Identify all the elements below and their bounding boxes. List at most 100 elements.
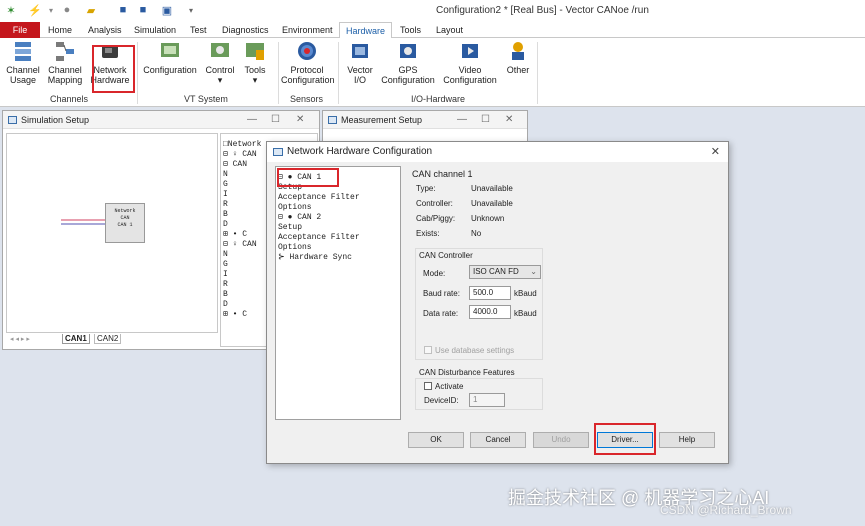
configuration-icon bbox=[159, 40, 181, 62]
simulation-setup-title-bar: Simulation Setup — ☐ ✕ bbox=[3, 111, 319, 129]
close-icon[interactable]: ✕ bbox=[505, 111, 513, 129]
video-icon bbox=[459, 40, 481, 62]
gps-configuration-button[interactable]: GPS Configuration bbox=[380, 40, 436, 85]
close-icon[interactable]: ✕ bbox=[296, 111, 304, 129]
tab-scroll-icon[interactable]: ◂ ◂ ▸ ▸ bbox=[10, 335, 30, 343]
record-icon[interactable]: ● bbox=[60, 3, 74, 17]
mode-select[interactable]: ISO CAN FD ⌄ bbox=[469, 265, 541, 279]
minimize-icon[interactable]: — bbox=[247, 111, 257, 129]
group-vt-system: VT System bbox=[184, 94, 228, 104]
window-icon bbox=[328, 116, 337, 124]
export-icon[interactable]: ▣ bbox=[160, 3, 174, 17]
channel-usage-button[interactable]: Channel Usage bbox=[4, 40, 42, 85]
group-channels: Channels bbox=[50, 94, 89, 104]
wireless-icon bbox=[296, 40, 318, 62]
menu-simulation[interactable]: Simulation bbox=[128, 22, 182, 38]
baud-rate-input[interactable]: 500.0 bbox=[469, 286, 511, 300]
network-hardware-highlight bbox=[92, 45, 135, 93]
menu-analysis[interactable]: Analysis bbox=[82, 22, 128, 38]
tools-button[interactable]: Tools ▾ bbox=[240, 40, 270, 85]
simulation-setup-title: Simulation Setup bbox=[21, 115, 90, 125]
ribbon: Channel Usage Channel Mapping Network Hardw… bbox=[0, 38, 865, 107]
tools-icon bbox=[244, 40, 266, 62]
simulation-tree[interactable]: □Network ⊟ ♀ CAN ⊟ CAN N G I R B D ⊞ • C … bbox=[223, 140, 261, 320]
video-configuration-button[interactable]: Video Configuration bbox=[440, 40, 500, 85]
help-button[interactable]: Help bbox=[659, 432, 715, 448]
other-icon bbox=[507, 40, 529, 62]
save-as-icon[interactable]: ■ bbox=[136, 3, 150, 17]
channel-mapping-icon bbox=[54, 40, 76, 62]
vector-io-icon bbox=[349, 40, 371, 62]
controller-value: Unavailable bbox=[471, 199, 513, 208]
network-node[interactable]: Network CAN CAN 1 bbox=[105, 203, 145, 243]
save-icon[interactable]: ■ bbox=[116, 3, 130, 17]
channel-usage-icon bbox=[12, 40, 34, 62]
can-controller-title: CAN Controller bbox=[419, 251, 473, 260]
network-hardware-dialog: Network Hardware Configuration ✕ ⊟ ● CAN… bbox=[266, 141, 729, 464]
data-rate-input[interactable]: 4000.0 bbox=[469, 305, 511, 319]
group-sensors: Sensors bbox=[290, 94, 324, 104]
group-io-hardware: I/O-Hardware bbox=[411, 94, 466, 104]
window-icon bbox=[8, 116, 17, 124]
menu-file[interactable]: File bbox=[0, 22, 40, 38]
channel-mapping-button[interactable]: Channel Mapping bbox=[45, 40, 85, 85]
chevron-down-icon: ⌄ bbox=[530, 267, 537, 276]
minimize-icon[interactable]: — bbox=[457, 111, 467, 129]
sim-tab-bar: ◂ ◂ ▸ ▸ CAN1 CAN2 bbox=[6, 333, 218, 347]
tree-can1-options[interactable]: Options bbox=[278, 203, 360, 213]
simulation-canvas[interactable]: Network CAN CAN 1 bbox=[6, 133, 218, 333]
menu-tools[interactable]: Tools bbox=[394, 22, 427, 38]
dialog-icon bbox=[273, 148, 283, 156]
protocol-configuration-button[interactable]: Protocol Configuration bbox=[281, 40, 335, 85]
activate-checkbox[interactable] bbox=[424, 382, 432, 390]
tree-can1-acceptance-filter[interactable]: Acceptance Filter bbox=[278, 193, 360, 203]
menu-test[interactable]: Test bbox=[184, 22, 213, 38]
menu-diagnostics[interactable]: Diagnostics bbox=[216, 22, 275, 38]
tree-can2-options[interactable]: Options bbox=[278, 243, 360, 253]
other-button[interactable]: Other bbox=[503, 40, 533, 75]
open-folder-icon[interactable]: ▰ bbox=[84, 3, 98, 17]
measurement-setup-title: Measurement Setup bbox=[341, 115, 423, 125]
ok-button[interactable]: OK bbox=[408, 432, 464, 448]
menu-environment[interactable]: Environment bbox=[276, 22, 339, 38]
dialog-title-bar: Network Hardware Configuration ✕ bbox=[267, 142, 728, 162]
can1-highlight bbox=[277, 168, 339, 187]
cancel-button[interactable]: Cancel bbox=[470, 432, 526, 448]
vector-io-button[interactable]: Vector I/O bbox=[342, 40, 378, 85]
disturbance-title: CAN Disturbance Features bbox=[419, 368, 515, 377]
gps-icon bbox=[397, 40, 419, 62]
maximize-icon[interactable]: ☐ bbox=[271, 111, 280, 129]
hardware-tree-panel: ⊟ ● CAN 1 Setup Acceptance Filter Option… bbox=[275, 166, 401, 420]
lightning-icon[interactable]: ⚡ bbox=[28, 3, 42, 17]
measurement-setup-title-bar: Measurement Setup — ☐ ✕ bbox=[323, 111, 527, 129]
undo-button[interactable]: Undo bbox=[533, 432, 589, 448]
title-bar: ✶ ⚡ ▾ ● ▰ ■ ■ ▣ ▾ Configuration2 * [Real… bbox=[0, 0, 865, 22]
tree-hardware-sync[interactable]: ⊱ Hardware Sync bbox=[278, 253, 360, 263]
exists-value: No bbox=[471, 229, 482, 238]
cab-piggy-value: Unknown bbox=[471, 214, 505, 223]
configuration-button[interactable]: Configuration bbox=[140, 40, 200, 75]
menu-layout[interactable]: Layout bbox=[430, 22, 469, 38]
tab-can2[interactable]: CAN2 bbox=[94, 334, 122, 344]
menu-hardware[interactable]: Hardware bbox=[339, 22, 393, 39]
control-button[interactable]: Control ▾ bbox=[203, 40, 237, 85]
driver-highlight bbox=[594, 423, 656, 455]
menu-home[interactable]: Home bbox=[42, 22, 78, 38]
tree-can2-acceptance-filter[interactable]: Acceptance Filter bbox=[278, 233, 360, 243]
dropdown-icon[interactable]: ▾ bbox=[44, 3, 58, 17]
customize-icon[interactable]: ▾ bbox=[184, 3, 198, 17]
control-icon bbox=[209, 40, 231, 62]
tree-can2-setup[interactable]: Setup bbox=[278, 223, 360, 233]
watermark-secondary: CSDN @Richard_Brown bbox=[660, 503, 792, 517]
tree-can2[interactable]: ⊟ ● CAN 2 bbox=[278, 213, 360, 223]
channel-title: CAN channel 1 bbox=[412, 169, 473, 179]
menu-bar: File Home Analysis Simulation Test Diagn… bbox=[0, 22, 865, 39]
app-icon: ✶ bbox=[6, 4, 16, 17]
use-database-checkbox[interactable] bbox=[424, 346, 432, 354]
type-value: Unavailable bbox=[471, 184, 513, 193]
maximize-icon[interactable]: ☐ bbox=[481, 111, 490, 129]
close-icon[interactable]: ✕ bbox=[711, 142, 720, 162]
device-id-input[interactable]: 1 bbox=[469, 393, 505, 407]
tab-can1[interactable]: CAN1 bbox=[62, 334, 90, 344]
window-title: Configuration2 * [Real Bus] - Vector CAN… bbox=[436, 5, 649, 16]
